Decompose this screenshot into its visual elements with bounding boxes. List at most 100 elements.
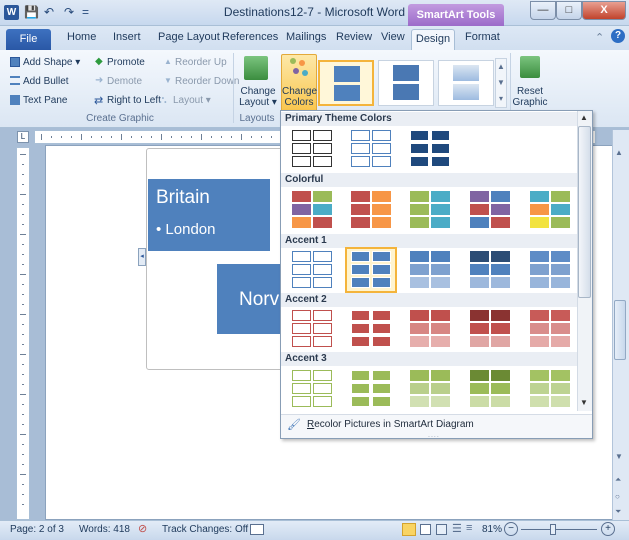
tab-review[interactable]: Review	[336, 31, 372, 43]
tab-home[interactable]: Home	[67, 31, 96, 43]
tab-page-layout[interactable]: Page Layout	[158, 31, 220, 43]
proofing-icon[interactable]: ⊘	[138, 522, 147, 535]
swatch-cell	[292, 277, 311, 288]
color-option-accent1-1[interactable]	[288, 249, 336, 291]
swatch-cell	[470, 217, 489, 228]
reorder-down-button[interactable]: Reorder Down	[175, 76, 239, 87]
color-option-accent3-5[interactable]	[526, 368, 574, 410]
swatch-cell	[431, 383, 450, 394]
zoom-level[interactable]: 81%	[482, 524, 502, 535]
recolor-label-rest: ecolor Pictures in SmartArt Diagram	[314, 419, 474, 430]
smartart-style-thumb-1[interactable]	[318, 60, 374, 106]
color-option-accent1-2[interactable]	[345, 247, 397, 293]
smartart-style-thumb-2[interactable]	[378, 60, 434, 106]
swatch-cell	[313, 191, 332, 202]
smartart-style-thumb-3[interactable]	[438, 60, 494, 106]
demote-button[interactable]: Demote	[107, 76, 142, 87]
scrollbar-thumb[interactable]	[614, 300, 626, 360]
swatch-cell	[351, 156, 370, 167]
color-option-accent1-5[interactable]	[526, 249, 574, 291]
reorder-up-button[interactable]: Reorder Up	[175, 57, 227, 68]
minimize-ribbon-icon[interactable]: ⌃	[595, 31, 604, 44]
add-bullet-button[interactable]: Add Bullet	[23, 76, 69, 87]
gallery-scroll-up-icon[interactable]: ▲	[580, 113, 588, 122]
tab-insert[interactable]: Insert	[113, 31, 141, 43]
promote-button[interactable]: Promote	[107, 57, 145, 68]
swatch-cell	[313, 130, 332, 141]
previous-page-icon[interactable]: ⏶	[615, 475, 621, 485]
color-option-accent2-2[interactable]	[347, 308, 395, 350]
tab-format[interactable]: Format	[465, 31, 500, 43]
color-option-accent3-4[interactable]	[466, 368, 514, 410]
color-option-accent1-4[interactable]	[466, 249, 514, 291]
macro-record-icon[interactable]	[250, 524, 264, 535]
color-option-colorful-2[interactable]	[347, 189, 395, 231]
text-pane-button[interactable]: Text Pane	[23, 95, 67, 106]
color-option-accent3-2[interactable]	[347, 368, 395, 410]
browse-object-icon[interactable]: ○	[615, 492, 620, 501]
gallery-scroll-down-icon[interactable]: ▼	[580, 398, 588, 407]
minimize-button[interactable]: —	[530, 1, 556, 20]
change-layout-button[interactable]: Change Layout ▾	[239, 86, 277, 108]
help-icon[interactable]: ?	[611, 29, 625, 43]
tab-mailings[interactable]: Mailings	[286, 31, 326, 43]
tab-view[interactable]: View	[381, 31, 405, 43]
swatch-cell	[530, 204, 549, 215]
tab-selector-icon[interactable]: L	[17, 131, 29, 143]
draft-view-icon[interactable]: ≡	[466, 522, 472, 534]
swatch-cell	[530, 383, 549, 394]
web-layout-icon[interactable]	[436, 524, 447, 535]
styles-gallery-scroll[interactable]: ▲ ▼ ▾	[495, 58, 507, 108]
text-pane-toggle-icon[interactable]: ◂	[138, 248, 146, 266]
maximize-button[interactable]: □	[556, 1, 582, 20]
close-button[interactable]: X	[582, 1, 626, 20]
color-option-accent3-3[interactable]	[406, 368, 454, 410]
color-option-primary-3[interactable]	[406, 128, 454, 170]
next-page-icon[interactable]: ⏷	[615, 507, 621, 517]
color-option-accent2-3[interactable]	[406, 308, 454, 350]
tab-references[interactable]: References	[222, 31, 278, 43]
swatch-cell	[491, 251, 510, 262]
swatch-cell	[551, 370, 570, 381]
track-changes-status[interactable]: Track Changes: Off	[162, 524, 248, 535]
color-option-primary-2[interactable]	[347, 128, 395, 170]
color-option-colorful-1[interactable]	[288, 189, 336, 231]
tab-design[interactable]: Design	[411, 29, 455, 50]
color-option-primary-1[interactable]	[288, 128, 336, 170]
tab-file[interactable]: File	[6, 29, 51, 50]
reset-graphic-button[interactable]: Reset Graphic	[512, 86, 548, 108]
color-option-accent1-3[interactable]	[406, 249, 454, 291]
gallery-scroll-thumb[interactable]	[578, 126, 591, 298]
zoom-slider-track[interactable]	[521, 529, 597, 530]
zoom-in-button[interactable]: +	[601, 522, 615, 536]
swatch-cell	[470, 277, 489, 288]
add-shape-button[interactable]: Add Shape ▾	[23, 57, 80, 68]
outline-view-icon[interactable]: ☰	[452, 522, 462, 535]
swatch-cell	[351, 204, 370, 215]
color-option-colorful-3[interactable]	[406, 189, 454, 231]
swatch-cell	[313, 396, 332, 407]
scroll-up-icon[interactable]: ▲	[615, 148, 623, 157]
right-to-left-button[interactable]: Right to Left	[107, 95, 161, 106]
full-screen-reading-icon[interactable]	[420, 524, 431, 535]
color-option-accent2-5[interactable]	[526, 308, 574, 350]
zoom-slider-thumb[interactable]	[550, 524, 556, 535]
change-colors-icon	[288, 58, 310, 78]
group-layouts-label: Layouts	[239, 113, 275, 124]
add-bullet-icon	[10, 76, 20, 85]
word-count[interactable]: Words: 418	[79, 524, 130, 535]
zoom-out-button[interactable]: −	[504, 522, 518, 536]
swatch-cell	[551, 251, 570, 262]
layout-button[interactable]: Layout ▾	[173, 95, 211, 106]
resize-grip-icon[interactable]: ....	[428, 432, 440, 439]
vertical-ruler[interactable]	[16, 147, 30, 520]
color-option-colorful-5[interactable]	[526, 189, 574, 231]
scroll-down-icon[interactable]: ▼	[615, 452, 623, 461]
color-option-accent2-4[interactable]	[466, 308, 514, 350]
color-option-accent2-1[interactable]	[288, 308, 336, 350]
color-option-accent3-1[interactable]	[288, 368, 336, 410]
print-layout-view-icon[interactable]	[402, 523, 416, 536]
page-count[interactable]: Page: 2 of 3	[10, 524, 64, 535]
color-option-colorful-4[interactable]	[466, 189, 514, 231]
swatch-cell	[470, 264, 489, 275]
